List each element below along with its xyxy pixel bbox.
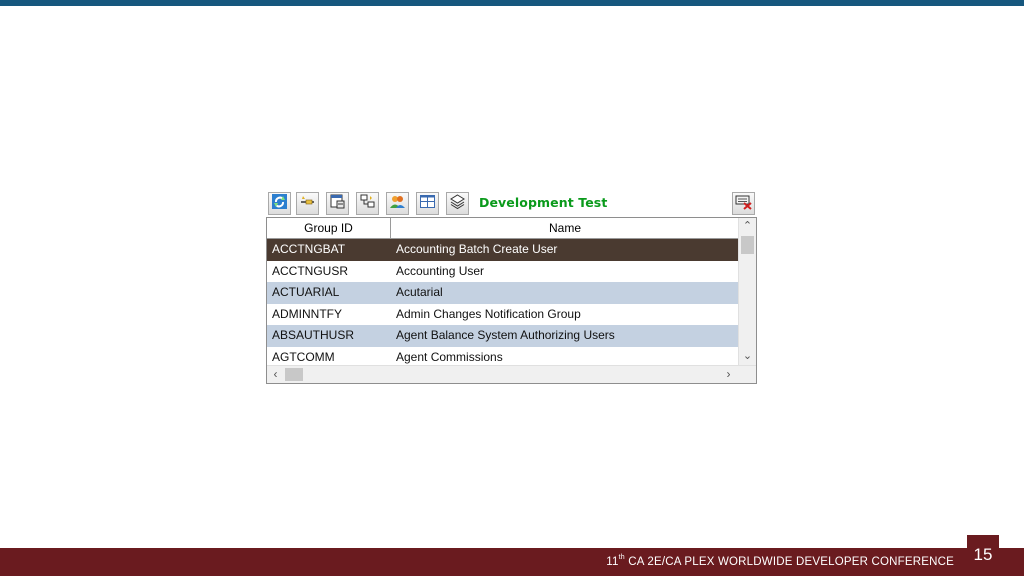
scroll-up-icon[interactable]: ⌃: [739, 218, 756, 235]
window-list-icon: [329, 193, 346, 215]
table-row[interactable]: ADMINNTFY Admin Changes Notification Gro…: [267, 304, 738, 326]
horizontal-scrollbar[interactable]: ‹ ›: [267, 365, 756, 383]
name-cell: Agent Commissions: [396, 349, 503, 364]
page-number: 15: [973, 545, 993, 564]
table-row[interactable]: ACCTNGBAT Accounting Batch Create User: [267, 239, 738, 261]
window-list-button[interactable]: [326, 192, 349, 215]
name-cell: Acutarial: [396, 285, 443, 299]
scroll-right-icon[interactable]: ›: [720, 366, 737, 383]
horizontal-scroll-thumb[interactable]: [285, 368, 303, 381]
name-cell: Agent Balance System Authorizing Users: [396, 328, 615, 342]
toolbar: Development Test: [266, 190, 757, 217]
grid-rows: ACCTNGBAT Accounting Batch Create User A…: [267, 239, 738, 368]
stack-layers-icon: [449, 193, 466, 215]
users-button[interactable]: [386, 192, 409, 215]
wand-line-icon: [299, 193, 316, 215]
column-header-group-id[interactable]: Group ID: [267, 218, 391, 238]
group-id-cell: AGTCOMM: [272, 349, 335, 364]
table-row[interactable]: ABSAUTHUSR Agent Balance System Authoriz…: [267, 325, 738, 347]
page-number-tab: 15: [967, 535, 999, 576]
scroll-left-icon[interactable]: ‹: [267, 366, 284, 383]
environment-title: Development Test: [479, 195, 608, 210]
scroll-down-icon[interactable]: ⌄: [739, 348, 756, 365]
table-row[interactable]: ACTUARIAL Acutarial: [267, 282, 738, 304]
slide: Development Test Group ID Name ACCTNGBAT…: [0, 0, 1024, 576]
group-id-cell: ABSAUTHUSR: [272, 328, 355, 342]
vertical-scrollbar[interactable]: ⌃ ⌄: [738, 218, 756, 365]
conference-ordinal: th: [618, 554, 625, 561]
group-id-cell: ACTUARIAL: [272, 285, 340, 299]
keyboard-delete-icon: [735, 193, 752, 215]
users-group-icon: [389, 193, 406, 215]
close-button[interactable]: [732, 192, 755, 215]
refresh-icon: [271, 193, 288, 215]
conference-name: CA 2E/CA PLEX WORLDWIDE DEVELOPER CONFER…: [624, 556, 954, 568]
top-accent-band: [0, 0, 1024, 6]
grid-layout-icon: [419, 193, 436, 215]
refresh-button[interactable]: [268, 192, 291, 215]
conference-title: 11th CA 2E/CA PLEX WORLDWIDE DEVELOPER C…: [606, 554, 954, 568]
column-header-name[interactable]: Name: [392, 218, 738, 238]
table-row[interactable]: ACCTNGUSR Accounting User: [267, 261, 738, 283]
group-id-cell: ACCTNGBAT: [272, 242, 346, 256]
conference-number: 11: [606, 556, 619, 568]
group-grid: Group ID Name ACCTNGBAT Accounting Batch…: [266, 217, 757, 384]
name-cell: Admin Changes Notification Group: [396, 306, 581, 321]
name-cell: Accounting User: [396, 263, 485, 278]
vertical-scroll-thumb[interactable]: [741, 236, 754, 254]
new-entry-button[interactable]: [296, 192, 319, 215]
footer-bar: 11th CA 2E/CA PLEX WORLDWIDE DEVELOPER C…: [0, 548, 1024, 576]
group-browser-panel: Development Test Group ID Name ACCTNGBAT…: [266, 190, 757, 384]
name-cell: Accounting Batch Create User: [396, 242, 558, 256]
tree-nodes-icon: [359, 193, 376, 215]
tree-button[interactable]: [356, 192, 379, 215]
group-id-cell: ADMINNTFY: [272, 306, 342, 321]
stack-button[interactable]: [446, 192, 469, 215]
grid-header: Group ID Name: [267, 218, 738, 239]
layout-button[interactable]: [416, 192, 439, 215]
group-id-cell: ACCTNGUSR: [272, 263, 349, 278]
